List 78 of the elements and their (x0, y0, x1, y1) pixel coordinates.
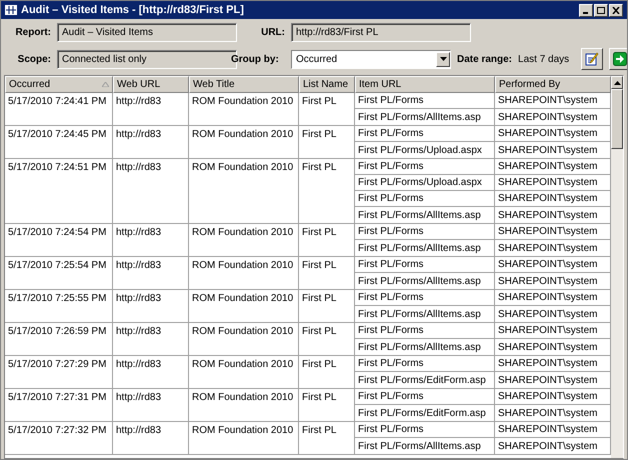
column-header[interactable]: Occurred (5, 76, 113, 93)
table-cell: First PL/Forms (355, 159, 495, 175)
table-cell-text: http://rd83 (115, 258, 162, 272)
table-cell-text: ROM Foundation 2010 (191, 390, 294, 404)
table-cell-text: First PL (301, 128, 338, 142)
table-cell: First PL/Forms (355, 224, 495, 240)
table-cell-text: ROM Foundation 2010 (191, 226, 294, 240)
table-cell: First PL/Forms (355, 191, 495, 207)
table-cell-text: 5/17/2010 7:24:54 PM (7, 226, 108, 240)
table-cell-text: 5/17/2010 7:26:59 PM (7, 324, 108, 338)
column-header[interactable]: Performed By (495, 76, 611, 93)
table-cell: First PL/Forms (355, 126, 495, 142)
table-cell-text: ROM Foundation 2010 (191, 258, 294, 272)
table-cell: First PL/Forms (355, 389, 495, 405)
window-title: Audit – Visited Items - [http://rd83/First PL] (21, 2, 244, 18)
date-range-value: Last 7 days (518, 52, 570, 66)
table-cell: First PL/Forms/Upload.aspx (355, 175, 495, 191)
table-cell: First PL/Forms/AllItems.asp (355, 109, 495, 125)
table-cell-text: http://rd83 (115, 390, 162, 404)
report-field: Audit – Visited Items (57, 23, 237, 42)
table-cell-text: 5/17/2010 7:25:54 PM (7, 258, 108, 272)
table-cell: First PL/Forms/AllItems.asp (355, 240, 495, 256)
table-cell: First PL/Forms/EditForm.asp (355, 372, 495, 388)
table-cell-text: First PL (301, 390, 338, 404)
table-cell-text: 5/17/2010 7:27:32 PM (7, 424, 108, 438)
table-cell: First PL/Forms/AllItems.asp (355, 438, 495, 454)
table-cell-text: ROM Foundation 2010 (191, 160, 294, 174)
url-field: http://rd83/First PL (291, 23, 471, 42)
table-cell-text: First PL (301, 324, 338, 338)
table-cell-text: First PL (301, 258, 338, 272)
table-cell-text: http://rd83 (115, 160, 162, 174)
table-cell-text: http://rd83 (115, 128, 162, 142)
column-header[interactable]: List Name (299, 76, 355, 93)
url-label: URL: (260, 26, 285, 40)
scope-label: Scope: (16, 52, 51, 66)
table-cell-text: http://rd83 (115, 226, 162, 240)
group-by-label: Group by: (231, 52, 280, 66)
column-header[interactable]: Web Title (189, 76, 299, 93)
table-cell-text: 5/17/2010 7:24:51 PM (7, 160, 108, 174)
table-cell: First PL/Forms (355, 323, 495, 339)
table-cell-text: ROM Foundation 2010 (191, 424, 294, 438)
table-cell: First PL/Forms (355, 257, 495, 273)
table-cell-text: First PL (301, 292, 338, 306)
table-cell-text: ROM Foundation 2010 (191, 94, 294, 108)
report-label: Report: (14, 26, 51, 40)
table-cell-text: First PL (301, 226, 338, 240)
table-cell-text: ROM Foundation 2010 (191, 292, 294, 306)
table-cell-text: http://rd83 (115, 358, 162, 372)
table-cell: First PL/Forms (355, 290, 495, 306)
table-cell: First PL/Forms/EditForm.asp (355, 405, 495, 421)
date-range-label: Date range: (457, 52, 512, 66)
table-cell-text: ROM Foundation 2010 (191, 324, 294, 338)
table-cell: First PL/Forms/AllItems.asp (355, 306, 495, 322)
table-cell: First PL/Forms (355, 93, 495, 109)
table-cell-text: http://rd83 (115, 424, 162, 438)
column-header[interactable]: Web URL (113, 76, 189, 93)
table-cell-text: ROM Foundation 2010 (191, 128, 294, 142)
table-cell: First PL/Forms/AllItems.asp (355, 339, 495, 355)
group-by-dropdown[interactable]: Occurred (291, 50, 451, 68)
column-header[interactable]: Item URL (355, 76, 495, 93)
table-cell: First PL/Forms (355, 356, 495, 372)
table-cell: First PL/Forms/AllItems.asp (355, 273, 495, 289)
table-cell-text: 5/17/2010 7:24:45 PM (7, 128, 108, 142)
table-cell-text: First PL (301, 160, 338, 174)
table-cell-text: First PL (301, 424, 338, 438)
table-cell-text: 5/17/2010 7:25:55 PM (7, 292, 108, 306)
table-cell-text: 5/17/2010 7:27:29 PM (7, 358, 108, 372)
table-cell-text: http://rd83 (115, 324, 162, 338)
table-cell-text: 5/17/2010 7:24:41 PM (7, 94, 108, 108)
table-cell-text: 5/17/2010 7:27:31 PM (7, 390, 108, 404)
table-cell: First PL/Forms (355, 422, 495, 438)
table-cell-text: http://rd83 (115, 94, 162, 108)
table-cell-text: http://rd83 (115, 292, 162, 306)
table-cell-text: ROM Foundation 2010 (191, 358, 294, 372)
table-cell: First PL/Forms/AllItems.asp (355, 207, 495, 223)
table-cell-text: First PL (301, 358, 338, 372)
table-cell-text: First PL (301, 94, 338, 108)
table-cell: First PL/Forms/Upload.aspx (355, 142, 495, 158)
